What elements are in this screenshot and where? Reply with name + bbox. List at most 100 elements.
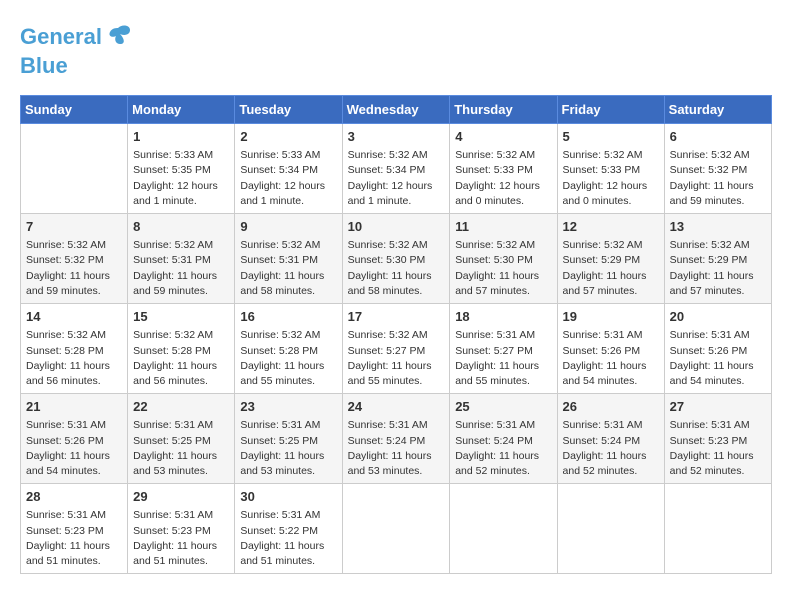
day-cell: 4 Sunrise: 5:32 AM Sunset: 5:33 PM Daylig… <box>450 124 557 214</box>
day-number: 26 <box>563 398 659 416</box>
day-cell: 1 Sunrise: 5:33 AM Sunset: 5:35 PM Daylig… <box>128 124 235 214</box>
day-number: 15 <box>133 308 229 326</box>
week-row-4: 21 Sunrise: 5:31 AM Sunset: 5:26 PM Dayli… <box>21 394 772 484</box>
day-cell: 5Sunrise: 5:32 AM Sunset: 5:33 PM Daylig… <box>557 124 664 214</box>
day-info: Sunrise: 5:32 AM Sunset: 5:30 PM Dayligh… <box>455 238 551 299</box>
day-cell: 2 Sunrise: 5:33 AM Sunset: 5:34 PM Daylig… <box>235 124 342 214</box>
day-info: Sunrise: 5:32 AM Sunset: 5:28 PM Dayligh… <box>240 328 336 389</box>
day-number: 17 <box>348 308 445 326</box>
day-cell <box>21 124 128 214</box>
day-cell: 9 Sunrise: 5:32 AM Sunset: 5:31 PM Daylig… <box>235 214 342 304</box>
header-wednesday: Wednesday <box>342 96 450 124</box>
day-info: Sunrise: 5:31 AM Sunset: 5:23 PM Dayligh… <box>670 418 766 479</box>
header-monday: Monday <box>128 96 235 124</box>
day-info: Sunrise: 5:32 AM Sunset: 5:29 PM Dayligh… <box>670 238 766 299</box>
day-info: Sunrise: 5:31 AM Sunset: 5:22 PM Dayligh… <box>240 508 336 569</box>
day-cell: 24 Sunrise: 5:31 AM Sunset: 5:24 PM Dayli… <box>342 394 450 484</box>
day-number: 8 <box>133 218 229 236</box>
day-info: Sunrise: 5:32 AM Sunset: 5:31 PM Dayligh… <box>133 238 229 299</box>
header-tuesday: Tuesday <box>235 96 342 124</box>
day-info: Sunrise: 5:32 AM Sunset: 5:32 PM Dayligh… <box>26 238 122 299</box>
day-info: Sunrise: 5:31 AM Sunset: 5:27 PM Dayligh… <box>455 328 551 389</box>
day-number: 19 <box>563 308 659 326</box>
day-info: Sunrise: 5:32 AM Sunset: 5:30 PM Dayligh… <box>348 238 445 299</box>
day-number: 24 <box>348 398 445 416</box>
day-number: 2 <box>240 128 336 146</box>
day-cell: 22 Sunrise: 5:31 AM Sunset: 5:25 PM Dayli… <box>128 394 235 484</box>
logo-text: General <box>20 24 102 50</box>
day-number: 23 <box>240 398 336 416</box>
day-cell: 8 Sunrise: 5:32 AM Sunset: 5:31 PM Daylig… <box>128 214 235 304</box>
header-saturday: Saturday <box>664 96 771 124</box>
day-number: 4 <box>455 128 551 146</box>
day-number: 21 <box>26 398 122 416</box>
day-number: 11 <box>455 218 551 236</box>
day-number: 18 <box>455 308 551 326</box>
day-cell: 19Sunrise: 5:31 AM Sunset: 5:26 PM Dayli… <box>557 304 664 394</box>
day-cell: 17 Sunrise: 5:32 AM Sunset: 5:27 PM Dayli… <box>342 304 450 394</box>
logo: General Blue <box>20 20 132 79</box>
day-number: 6 <box>670 128 766 146</box>
day-cell: 13 Sunrise: 5:32 AM Sunset: 5:29 PM Dayli… <box>664 214 771 304</box>
day-number: 20 <box>670 308 766 326</box>
day-info: Sunrise: 5:32 AM Sunset: 5:27 PM Dayligh… <box>348 328 445 389</box>
header-friday: Friday <box>557 96 664 124</box>
day-number: 27 <box>670 398 766 416</box>
day-info: Sunrise: 5:31 AM Sunset: 5:25 PM Dayligh… <box>240 418 336 479</box>
day-cell: 11 Sunrise: 5:32 AM Sunset: 5:30 PM Dayli… <box>450 214 557 304</box>
day-cell: 7 Sunrise: 5:32 AM Sunset: 5:32 PM Daylig… <box>21 214 128 304</box>
day-info: Sunrise: 5:31 AM Sunset: 5:25 PM Dayligh… <box>133 418 229 479</box>
day-cell: 28Sunrise: 5:31 AM Sunset: 5:23 PM Dayli… <box>21 484 128 574</box>
day-number: 14 <box>26 308 122 326</box>
day-number: 25 <box>455 398 551 416</box>
calendar-table: SundayMondayTuesdayWednesdayThursdayFrid… <box>20 95 772 574</box>
day-cell: 26 Sunrise: 5:31 AM Sunset: 5:24 PM Dayli… <box>557 394 664 484</box>
day-cell: 25Sunrise: 5:31 AM Sunset: 5:24 PM Dayli… <box>450 394 557 484</box>
day-info: Sunrise: 5:31 AM Sunset: 5:24 PM Dayligh… <box>563 418 659 479</box>
day-cell <box>342 484 450 574</box>
day-cell <box>664 484 771 574</box>
day-info: Sunrise: 5:32 AM Sunset: 5:33 PM Dayligh… <box>563 148 659 209</box>
calendar-header-row: SundayMondayTuesdayWednesdayThursdayFrid… <box>21 96 772 124</box>
day-info: Sunrise: 5:33 AM Sunset: 5:35 PM Dayligh… <box>133 148 229 209</box>
day-cell: 12 Sunrise: 5:32 AM Sunset: 5:29 PM Dayli… <box>557 214 664 304</box>
logo-general: General <box>20 24 102 49</box>
week-row-5: 28 Sunrise: 5:31 AM Sunset: 5:23 PM Dayli… <box>21 484 772 574</box>
day-info: Sunrise: 5:31 AM Sunset: 5:26 PM Dayligh… <box>26 418 122 479</box>
day-number: 28 <box>26 488 122 506</box>
day-info: Sunrise: 5:32 AM Sunset: 5:28 PM Dayligh… <box>133 328 229 389</box>
day-cell: 21 Sunrise: 5:31 AM Sunset: 5:26 PM Dayli… <box>21 394 128 484</box>
day-info: Sunrise: 5:31 AM Sunset: 5:26 PM Dayligh… <box>670 328 766 389</box>
day-info: Sunrise: 5:31 AM Sunset: 5:23 PM Dayligh… <box>133 508 229 569</box>
day-cell: 23 Sunrise: 5:31 AM Sunset: 5:25 PM Dayli… <box>235 394 342 484</box>
day-number: 3 <box>348 128 445 146</box>
day-number: 7 <box>26 218 122 236</box>
day-number: 30 <box>240 488 336 506</box>
day-cell: 16Sunrise: 5:32 AM Sunset: 5:28 PM Dayli… <box>235 304 342 394</box>
header-sunday: Sunday <box>21 96 128 124</box>
day-cell: 14Sunrise: 5:32 AM Sunset: 5:28 PM Dayli… <box>21 304 128 394</box>
day-cell: 30 Sunrise: 5:31 AM Sunset: 5:22 PM Dayli… <box>235 484 342 574</box>
day-info: Sunrise: 5:32 AM Sunset: 5:33 PM Dayligh… <box>455 148 551 209</box>
day-number: 13 <box>670 218 766 236</box>
week-row-2: 7 Sunrise: 5:32 AM Sunset: 5:32 PM Daylig… <box>21 214 772 304</box>
day-number: 12 <box>563 218 659 236</box>
day-cell: 15 Sunrise: 5:32 AM Sunset: 5:28 PM Dayli… <box>128 304 235 394</box>
day-info: Sunrise: 5:32 AM Sunset: 5:32 PM Dayligh… <box>670 148 766 209</box>
day-number: 1 <box>133 128 229 146</box>
logo-bird-icon <box>104 20 132 48</box>
week-row-3: 14 Sunrise: 5:32 AM Sunset: 5:28 PM Dayli… <box>21 304 772 394</box>
day-info: Sunrise: 5:31 AM Sunset: 5:24 PM Dayligh… <box>348 418 445 479</box>
day-number: 22 <box>133 398 229 416</box>
day-cell: 27 Sunrise: 5:31 AM Sunset: 5:23 PM Dayli… <box>664 394 771 484</box>
day-info: Sunrise: 5:32 AM Sunset: 5:29 PM Dayligh… <box>563 238 659 299</box>
day-cell: 18 Sunrise: 5:31 AM Sunset: 5:27 PM Dayli… <box>450 304 557 394</box>
day-cell <box>450 484 557 574</box>
week-row-1: 1 Sunrise: 5:33 AM Sunset: 5:35 PM Daylig… <box>21 124 772 214</box>
day-info: Sunrise: 5:32 AM Sunset: 5:31 PM Dayligh… <box>240 238 336 299</box>
day-cell: 10Sunrise: 5:32 AM Sunset: 5:30 PM Dayli… <box>342 214 450 304</box>
page-header: General Blue <box>20 20 772 79</box>
day-info: Sunrise: 5:33 AM Sunset: 5:34 PM Dayligh… <box>240 148 336 209</box>
day-number: 9 <box>240 218 336 236</box>
header-thursday: Thursday <box>450 96 557 124</box>
